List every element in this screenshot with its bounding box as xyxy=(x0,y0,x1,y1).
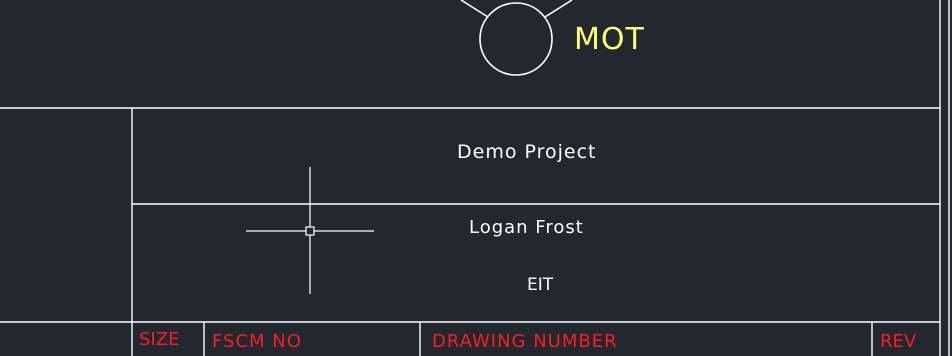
size-field-label: SIZE xyxy=(139,329,180,350)
drawing-number-field-label: DRAWING NUMBER xyxy=(432,331,618,352)
fscm-field-label: FSCM NO xyxy=(212,331,302,352)
rev-field-label: REV xyxy=(880,331,917,352)
engineer-designation-text[interactable]: EIT xyxy=(527,277,553,294)
title-block-linework xyxy=(0,0,950,356)
engineer-name-text[interactable]: Logan Frost xyxy=(469,219,584,237)
crosshair-cursor-icon xyxy=(246,167,374,294)
cad-drawing-canvas[interactable]: MOT Demo Project Logan Frost EIT SIZE FS… xyxy=(0,0,952,356)
mot-logo-label: MOT xyxy=(574,22,645,57)
project-title-text[interactable]: Demo Project xyxy=(457,143,597,162)
mot-logo-circle-icon xyxy=(460,0,573,76)
